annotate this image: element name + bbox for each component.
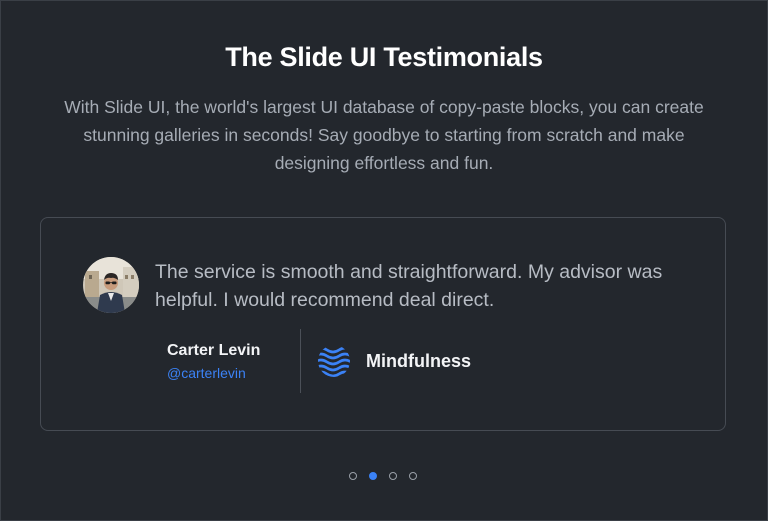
testimonial-card: The service is smooth and straightforwar…: [40, 217, 726, 431]
company-name: Mindfulness: [366, 351, 472, 371]
author-handle[interactable]: @carterlevin: [167, 365, 260, 381]
pagination-dot-3[interactable]: [389, 472, 397, 480]
author-name: Carter Levin: [167, 342, 261, 359]
pagination-dot-4[interactable]: [409, 472, 417, 480]
testimonial-quote: The service is smooth and straightforwar…: [155, 261, 663, 311]
author-info: Carter Levin @carterlevin: [167, 342, 260, 381]
avatar: [83, 257, 139, 313]
waves-icon: [318, 346, 350, 377]
pagination-dot-1[interactable]: [349, 472, 357, 480]
page-title: The Slide UI Testimonials: [225, 42, 543, 72]
pagination-dot-2[interactable]: [369, 472, 377, 480]
divider: [300, 329, 301, 393]
page-subtitle: With Slide UI, the world's largest UI da…: [64, 97, 704, 173]
avatar-image: [83, 257, 139, 313]
